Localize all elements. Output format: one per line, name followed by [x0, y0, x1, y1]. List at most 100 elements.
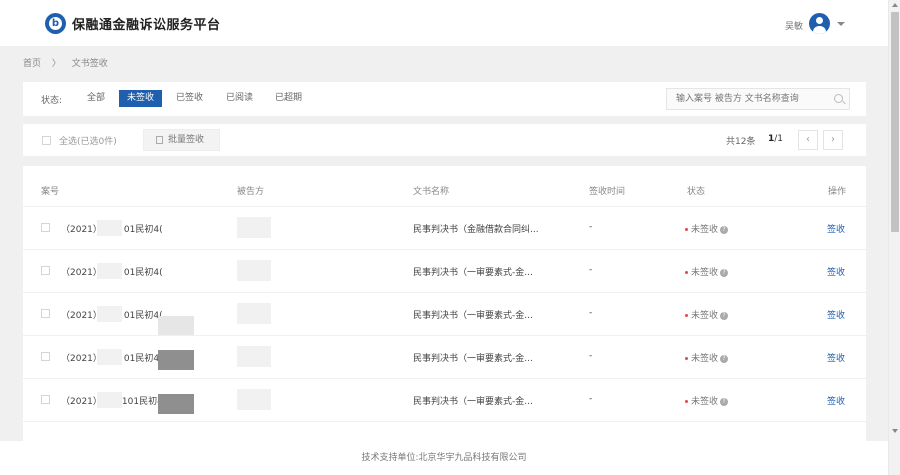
row-checkbox[interactable]: [41, 266, 50, 275]
select-all-checkbox[interactable]: [42, 136, 51, 145]
document-name: 民事判决书（金融借款合同纠...: [413, 225, 539, 235]
scroll-down-icon[interactable]: [892, 429, 898, 433]
case-number: （2021） 101民初4(: [61, 392, 166, 408]
tab-all[interactable]: 全部: [84, 90, 108, 107]
breadcrumb-current: 文书签收: [71, 59, 108, 69]
status-dot-icon: [685, 228, 688, 231]
row-checkbox[interactable]: [41, 352, 50, 361]
sign-link[interactable]: 签收: [827, 308, 845, 321]
next-page-button[interactable]: ›: [823, 130, 843, 150]
redacted-block: [97, 349, 122, 365]
status-dot-icon: [685, 400, 688, 403]
breadcrumb-home[interactable]: 首页: [23, 59, 41, 69]
case-suffix: 01民初4(: [123, 268, 163, 278]
row-checkbox[interactable]: [41, 309, 50, 318]
batch-sign-label: 批量签收: [168, 135, 205, 145]
sign-time: -: [589, 265, 593, 275]
case-number: （2021） 01民初4(: [61, 263, 163, 279]
table-row[interactable]: （2021） 01民初4( 民事判决书（金融借款合同纠... - 未签收? 签收: [23, 206, 866, 249]
sign-time: -: [589, 394, 593, 404]
avatar-icon[interactable]: [809, 13, 830, 34]
status-badge: 未签收?: [685, 265, 729, 278]
batch-sign-button[interactable]: 批量签收: [143, 129, 220, 151]
prev-page-button[interactable]: ‹: [798, 130, 818, 150]
status-badge: 未签收?: [685, 351, 729, 364]
logo-icon: b: [45, 13, 66, 34]
document-name: 民事判决书（一审要素式-金...: [413, 268, 533, 278]
row-checkbox[interactable]: [41, 223, 50, 232]
sign-time: -: [589, 351, 593, 361]
case-number: （2021） 01民初4(: [61, 220, 163, 236]
scrollbar[interactable]: [888, 0, 900, 475]
scrollbar-thumb[interactable]: [891, 12, 899, 232]
case-prefix: （2021）: [61, 311, 102, 321]
defendant-redacted: [237, 260, 271, 281]
help-icon[interactable]: ?: [720, 354, 729, 363]
case-number: （2021） 01民初4(: [61, 306, 163, 322]
select-all-label: 全选(已选0件): [59, 137, 117, 147]
top-bar: b 保融通金融诉讼服务平台 吴敏: [0, 0, 888, 46]
tab-overdue[interactable]: 已超期: [272, 90, 305, 107]
status-dot-icon: [685, 357, 688, 360]
table-row[interactable]: （2021） 01民初4( 民事判决书（一审要素式-金... - 未签收? 签收: [23, 335, 866, 378]
sign-link[interactable]: 签收: [827, 222, 845, 235]
page-indicator: 1/1: [768, 134, 783, 144]
chevron-down-icon[interactable]: [837, 22, 845, 26]
redacted-block: [97, 263, 122, 279]
document-table: 案号 被告方 文书名称 签收时间 状态 操作 （2021） 01民初4( 民事判决…: [23, 166, 866, 441]
column-header-action: 操作: [828, 187, 847, 197]
document-name: 民事判决书（一审要素式-金...: [413, 397, 533, 407]
status-badge: 未签收?: [685, 222, 729, 235]
case-suffix: 01民初4(: [123, 354, 163, 364]
breadcrumb: 首页 〉 文书签收: [23, 56, 116, 69]
sign-link[interactable]: 签收: [827, 351, 845, 364]
redacted-block: [158, 350, 194, 370]
help-icon[interactable]: ?: [720, 225, 729, 234]
help-icon[interactable]: ?: [720, 311, 729, 320]
status-text: 未签收: [691, 311, 719, 321]
status-dot-icon: [685, 271, 688, 274]
help-icon[interactable]: ?: [720, 397, 729, 406]
redacted-block: [97, 306, 122, 322]
document-name: 民事判决书（一审要素式-金...: [413, 311, 533, 321]
app-title: 保融通金融诉讼服务平台: [72, 18, 221, 33]
case-number: （2021） 01民初4(: [61, 349, 163, 365]
redacted-block: [158, 394, 194, 414]
status-badge: 未签收?: [685, 394, 729, 407]
table-row[interactable]: （2021） 01民初4( 民事判决书（一审要素式-金... - 未签收? 签收: [23, 292, 866, 336]
status-text: 未签收: [691, 268, 719, 278]
status-badge: 未签收?: [685, 308, 729, 321]
total-count: 共12条: [726, 137, 756, 147]
breadcrumb-separator: 〉: [51, 59, 61, 69]
filter-bar: 状态: 全部 未签收 已签收 已阅读 已超期: [23, 82, 866, 116]
status-label: 状态:: [41, 96, 63, 106]
table-row[interactable]: （2021） 101民初4( 民事判决书（一审要素式-金... - 未签收? 签收: [23, 378, 866, 421]
case-prefix: （2021）: [61, 354, 102, 364]
column-header-case-no: 案号: [41, 187, 60, 197]
status-text: 未签收: [691, 397, 719, 407]
case-prefix: （2021）: [61, 268, 102, 278]
sign-link[interactable]: 签收: [827, 265, 845, 278]
tab-unsigned[interactable]: 未签收: [119, 90, 163, 107]
table-row[interactable]: （2021） 01民初4( 民事判决书（一审要素式-金... - 未签收? 签收: [23, 249, 866, 292]
sign-link[interactable]: 签收: [827, 394, 845, 407]
search-box: [666, 88, 850, 110]
tab-read[interactable]: 已阅读: [223, 90, 256, 107]
tab-signed[interactable]: 已签收: [173, 90, 206, 107]
table-row[interactable]: [23, 421, 866, 441]
case-prefix: （2021）: [61, 225, 102, 235]
column-header-sign-time: 签收时间: [589, 187, 626, 197]
column-header-document: 文书名称: [413, 187, 450, 197]
row-checkbox[interactable]: [41, 395, 50, 404]
document-icon: [156, 136, 163, 144]
search-input[interactable]: [667, 89, 827, 109]
search-icon[interactable]: [834, 94, 843, 103]
footer: 技术支持单位:北京华宇九品科技有限公司: [0, 441, 888, 475]
scroll-up-icon[interactable]: [892, 3, 898, 7]
action-bar: 全选(已选0件) 批量签收 共12条 1/1 ‹ ›: [23, 124, 866, 156]
user-name[interactable]: 吴敏: [785, 19, 803, 32]
help-icon[interactable]: ?: [720, 268, 729, 277]
redacted-block: [97, 220, 122, 236]
column-header-defendant: 被告方: [237, 187, 265, 197]
case-suffix: 01民初4(: [123, 225, 163, 235]
